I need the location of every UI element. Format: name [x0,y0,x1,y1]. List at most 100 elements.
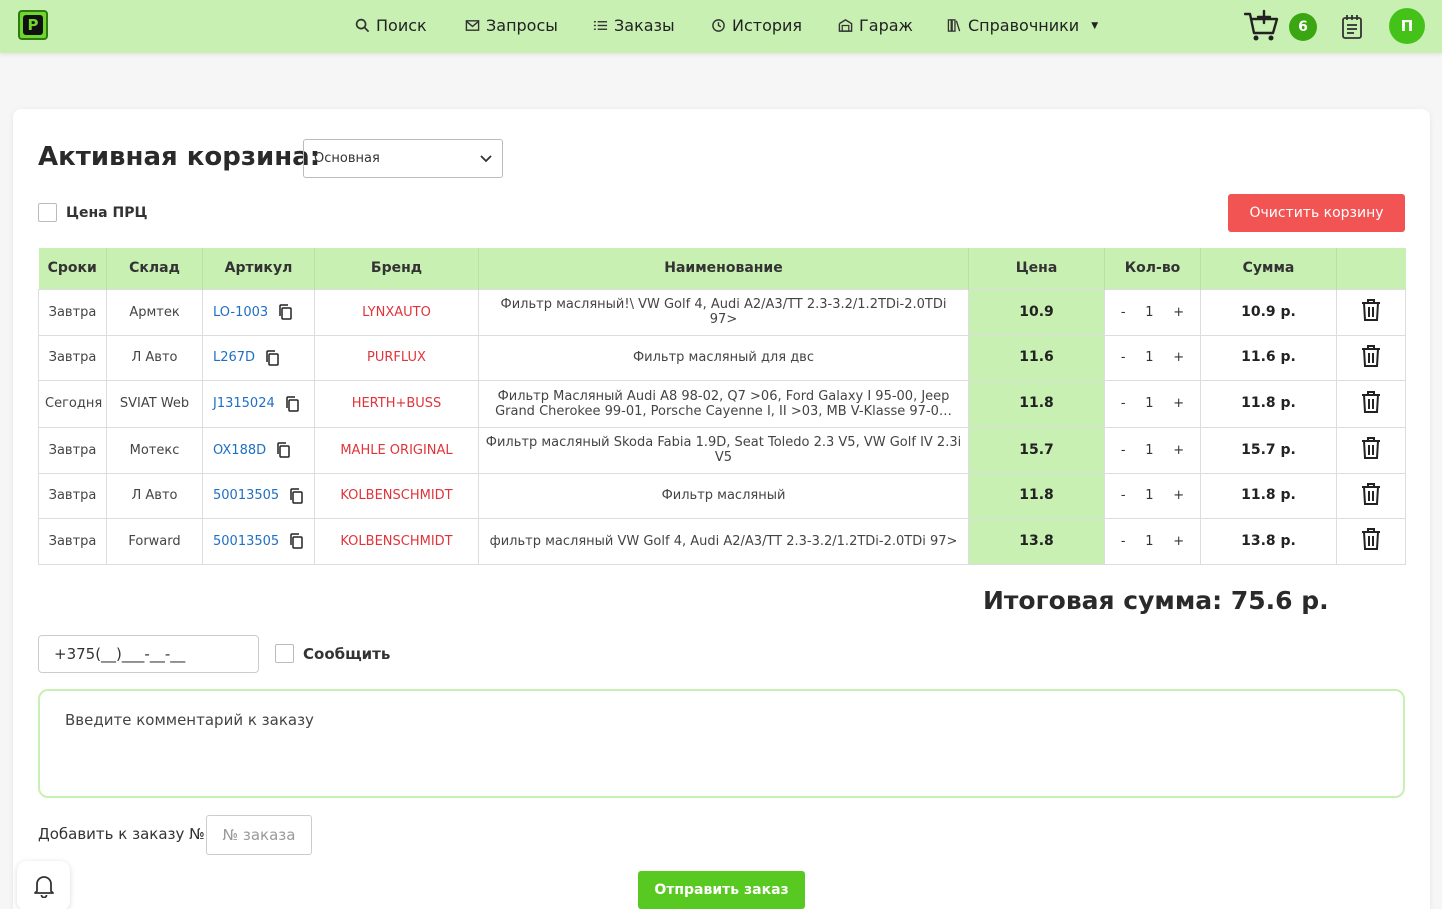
add-to-order-label: Добавить к заказу № [38,825,205,843]
books-icon [947,19,961,32]
delete-cell[interactable] [1336,379,1406,428]
cart-table: Сроки Склад Артикул Бренд Наименование Ц… [38,248,1406,565]
qty-value[interactable]: 1 [1145,305,1153,320]
nav-search[interactable]: Поиск [355,16,427,35]
qty-cell: - 1 + [1104,517,1201,565]
nav-history-label: История [732,16,803,35]
clear-cart-button[interactable]: Очистить корзину [1228,194,1405,232]
delete-cell[interactable] [1336,426,1406,474]
column-header: Сроки [38,248,107,289]
name-cell: Фильтр масляный для двс [478,334,969,381]
trash-icon [1362,299,1380,321]
notepad-icon[interactable] [1341,14,1363,40]
phone-input[interactable]: +375(__)___-__-__ [38,635,259,673]
article-link[interactable]: LO-1003 [213,305,268,320]
price-cell: 11.6 [968,334,1105,381]
notifications-button[interactable] [17,861,70,909]
sum-cell: 10.9 р. [1200,288,1337,336]
nav-references[interactable]: Справочники ▼ [947,16,1098,35]
article-link[interactable]: 50013505 [213,488,279,503]
prc-price-toggle: Цена ПРЦ [38,203,147,222]
article-link[interactable]: OX188D [213,443,266,458]
copy-icon[interactable] [285,395,299,412]
nav-garage[interactable]: Гараж [838,16,913,35]
column-header: Склад [106,248,203,289]
delete-cell[interactable] [1336,517,1406,565]
qty-decrement-button[interactable]: - [1121,534,1126,549]
cart-count-badge: 6 [1289,13,1317,41]
table-row: Завтра Армтек LO-1003 LYNXAUTO Фильтр маслян… [38,288,1406,336]
prc-checkbox[interactable] [38,203,57,222]
article-cell: 50013505 [202,517,315,565]
top-navbar: P Поиск Запросы Заказы История Гараж Спр… [0,0,1442,53]
qty-decrement-button[interactable]: - [1121,396,1126,411]
cart-button[interactable] [1243,9,1280,43]
qty-value[interactable]: 1 [1145,350,1153,365]
warehouse-cell: Армтек [106,288,203,336]
qty-cell: - 1 + [1104,426,1201,474]
article-link[interactable]: L267D [213,350,255,365]
copy-icon[interactable] [265,349,279,366]
notify-checkbox[interactable] [275,644,294,663]
name-cell: Фильтр масляный Skoda Fabia 1.9D, Seat T… [478,426,969,474]
qty-increment-button[interactable]: + [1173,305,1184,320]
nav-search-label: Поиск [376,16,427,35]
qty-value[interactable]: 1 [1145,396,1153,411]
qty-increment-button[interactable]: + [1173,443,1184,458]
copy-icon[interactable] [276,442,290,458]
qty-increment-button[interactable]: + [1173,396,1184,411]
logo[interactable]: P [18,10,48,40]
qty-value[interactable]: 1 [1145,443,1153,458]
qty-cell: - 1 + [1104,288,1201,336]
quantity-stepper: - 1 + [1111,488,1194,503]
column-header: Артикул [202,248,315,289]
delete-cell[interactable] [1336,288,1406,336]
order-comment-textarea[interactable]: Введите комментарий к заказу [38,689,1405,798]
article-cell: L267D [202,334,315,381]
send-order-button[interactable]: Отправить заказ [638,871,805,909]
nav-orders[interactable]: Заказы [593,16,675,35]
nav-requests-label: Запросы [486,16,558,35]
avatar[interactable]: П [1389,8,1425,44]
term-cell: Завтра [38,517,107,565]
qty-decrement-button[interactable]: - [1121,488,1126,503]
quantity-stepper: - 1 + [1111,305,1194,320]
qty-increment-button[interactable]: + [1173,488,1184,503]
qty-decrement-button[interactable]: - [1121,443,1126,458]
qty-value[interactable]: 1 [1145,488,1153,503]
qty-value[interactable]: 1 [1145,534,1153,549]
table-row: Сегодня SVIAT Web J1315024 HERTH+BUSS Фильтр… [38,379,1406,428]
sum-cell: 11.8 р. [1200,379,1337,428]
logo-letter: P [23,15,43,35]
column-header: Наименование [478,248,969,289]
nav-history[interactable]: История [711,16,802,35]
quantity-stepper: - 1 + [1111,396,1194,411]
delete-cell[interactable] [1336,472,1406,519]
qty-increment-button[interactable]: + [1173,350,1184,365]
qty-decrement-button[interactable]: - [1121,305,1126,320]
brand-cell: HERTH+BUSS [314,379,479,428]
article-link[interactable]: 50013505 [213,534,279,549]
price-cell: 10.9 [968,288,1105,336]
qty-decrement-button[interactable]: - [1121,350,1126,365]
total-sum: Итоговая сумма: 75.6 р. [983,586,1329,615]
trash-icon [1362,390,1380,413]
nav-requests[interactable]: Запросы [465,16,558,35]
article-link[interactable]: J1315024 [213,396,275,411]
trash-icon [1362,344,1380,367]
table-row: Завтра Л Авто L267D PURFLUX Фильтр масляный … [38,334,1406,381]
sum-cell: 11.6 р. [1200,334,1337,381]
basket-select[interactable]: Основная [303,139,503,178]
order-number-input[interactable]: № заказа [206,815,312,855]
table-row: Завтра Forward 50013505 KOLBENSCHMIDT фильтр… [38,517,1406,565]
qty-cell: - 1 + [1104,379,1201,428]
qty-increment-button[interactable]: + [1173,534,1184,549]
copy-icon[interactable] [289,487,303,504]
article-cell: J1315024 [202,379,315,428]
term-cell: Сегодня [38,379,107,428]
delete-cell[interactable] [1336,334,1406,381]
copy-icon[interactable] [289,533,303,549]
quantity-stepper: - 1 + [1111,350,1194,365]
copy-icon[interactable] [278,304,292,320]
sum-cell: 11.8 р. [1200,472,1337,519]
